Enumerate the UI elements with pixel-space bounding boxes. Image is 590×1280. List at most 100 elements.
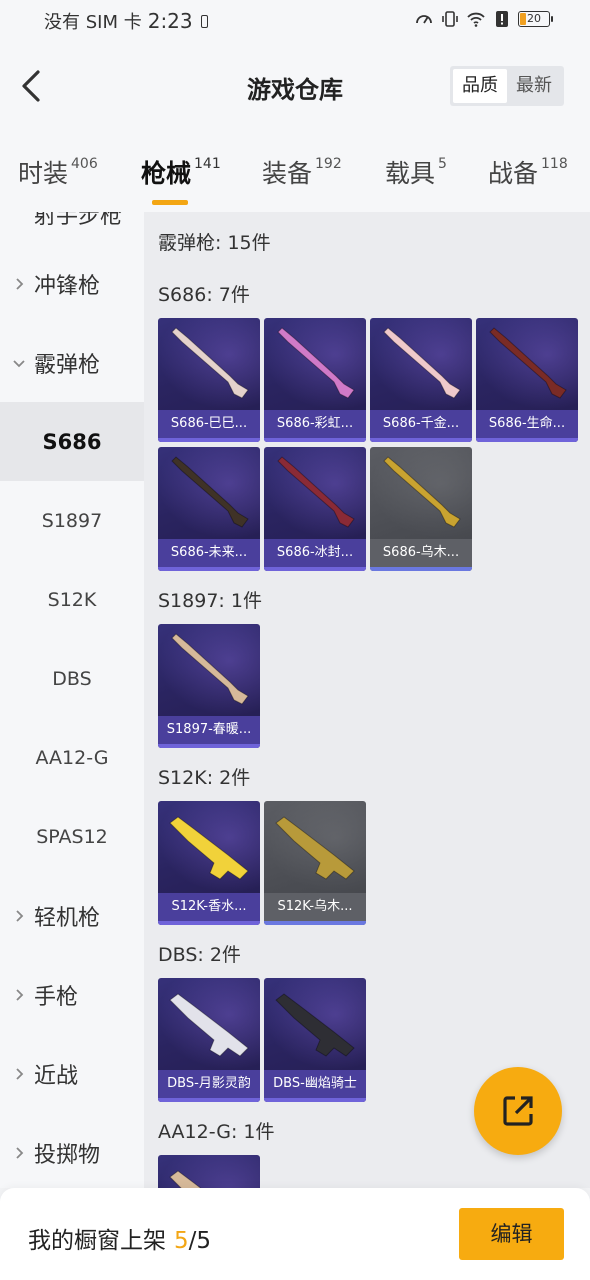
chevron-right-icon bbox=[16, 1146, 24, 1159]
sidebar-item-smg[interactable]: 冲锋枪 bbox=[0, 244, 144, 323]
rarity-bar bbox=[476, 438, 578, 442]
external-link-icon bbox=[503, 1096, 533, 1126]
sidebar-item-partial[interactable]: 射手步枪 bbox=[34, 212, 122, 230]
rarity-bar bbox=[264, 921, 366, 925]
showcase-label: 我的橱窗上架 bbox=[28, 1228, 166, 1254]
weapon-card[interactable]: S686-未来... bbox=[158, 447, 260, 571]
battery-level: 20 bbox=[527, 12, 541, 25]
weapon-card[interactable]: S686-生命... bbox=[476, 318, 578, 442]
tab-label: 载具 bbox=[385, 159, 436, 188]
rarity-bar bbox=[264, 438, 366, 442]
sort-newest-button[interactable]: 最新 bbox=[507, 69, 561, 103]
sidebar-item-label: 冲锋枪 bbox=[34, 273, 101, 299]
tab-vehicles[interactable]: 载具 5 bbox=[385, 154, 447, 190]
sidebar-subitem-s1897[interactable]: S1897 bbox=[0, 481, 144, 560]
rarity-bar bbox=[158, 567, 260, 571]
weapon-name: S686-千金... bbox=[370, 410, 472, 438]
tab-equipment[interactable]: 装备 192 bbox=[262, 154, 342, 190]
weapon-image bbox=[171, 327, 249, 399]
weapon-card[interactable]: S12K-乌木... bbox=[264, 801, 366, 925]
sidebar-subitem-spas12[interactable]: SPAS12 bbox=[0, 797, 144, 876]
status-bar: 没有 SIM 卡 2:23 20 bbox=[0, 0, 590, 40]
weapon-card[interactable]: S1897-春暖... bbox=[158, 624, 260, 748]
rarity-bar bbox=[158, 921, 260, 925]
section-title: S12K: 2件 bbox=[158, 767, 251, 789]
weapon-sidebar: 射手步枪 冲锋枪 霰弹枪 S686 S1897 S12K DBS AA12-G … bbox=[0, 212, 144, 1188]
weapon-card[interactable]: S686-彩虹... bbox=[264, 318, 366, 442]
weapon-card[interactable] bbox=[158, 1155, 260, 1188]
weapon-name: DBS-幽焰骑士 bbox=[264, 1070, 366, 1098]
back-arrow-icon[interactable] bbox=[18, 68, 46, 104]
sort-toggle: 品质 最新 bbox=[450, 66, 564, 106]
inventory-content: 霰弹枪: 15件 S686: 7件 S686-巳巳... S686-彩虹... S6… bbox=[144, 212, 590, 1188]
showcase-total: /5 bbox=[188, 1228, 212, 1254]
weapon-card[interactable]: DBS-月影灵韵 bbox=[158, 978, 260, 1102]
weapon-image bbox=[171, 456, 249, 528]
rarity-bar bbox=[264, 1098, 366, 1102]
tab-label: 枪械 bbox=[141, 159, 192, 188]
tab-count: 406 bbox=[71, 156, 98, 172]
tab-guns[interactable]: 枪械 141 bbox=[141, 154, 221, 190]
sidebar-subitem-aa12g[interactable]: AA12-G bbox=[0, 718, 144, 797]
weapon-image bbox=[275, 993, 355, 1057]
tab-supplies[interactable]: 战备 118 bbox=[488, 154, 568, 190]
sidebar-item-pistol[interactable]: 手枪 bbox=[0, 955, 144, 1034]
rarity-bar bbox=[370, 438, 472, 442]
sidebar-item-throwables[interactable]: 投掷物 bbox=[0, 1113, 144, 1188]
weapon-name: S12K-乌木... bbox=[264, 893, 366, 921]
rarity-bar bbox=[158, 438, 260, 442]
sidebar-item-label: 霰弹枪 bbox=[34, 352, 101, 378]
weapon-card[interactable]: S686-乌木... bbox=[370, 447, 472, 571]
weapon-image bbox=[275, 816, 355, 880]
sidebar-item-shotgun[interactable]: 霰弹枪 bbox=[0, 323, 144, 402]
tab-count: 141 bbox=[194, 156, 221, 172]
weapon-card[interactable]: S686-冰封... bbox=[264, 447, 366, 571]
sidebar-item-label: 手枪 bbox=[34, 984, 79, 1010]
sidebar-item-label: 近战 bbox=[34, 1063, 79, 1089]
chevron-right-icon bbox=[16, 277, 24, 290]
weapon-image bbox=[169, 816, 249, 880]
notification-icon bbox=[200, 14, 208, 28]
sidebar-subitem-s686[interactable]: S686 bbox=[0, 402, 144, 481]
section-title: AA12-G: 1件 bbox=[158, 1121, 275, 1143]
weapon-card[interactable]: S686-千金... bbox=[370, 318, 472, 442]
weapon-card[interactable]: DBS-幽焰骑士 bbox=[264, 978, 366, 1102]
share-button[interactable] bbox=[474, 1067, 562, 1155]
sidebar-subitem-s12k[interactable]: S12K bbox=[0, 560, 144, 639]
weapon-name: S12K-香水... bbox=[158, 893, 260, 921]
weapon-image bbox=[383, 456, 461, 528]
weapon-card[interactable]: S12K-香水... bbox=[158, 801, 260, 925]
clock: 2:23 bbox=[147, 9, 193, 33]
section-title: S1897: 1件 bbox=[158, 590, 262, 612]
sort-quality-button[interactable]: 品质 bbox=[453, 69, 507, 103]
sidebar-subitem-dbs[interactable]: DBS bbox=[0, 639, 144, 718]
bottom-bar: 我的橱窗上架 5/5 编辑 bbox=[0, 1188, 590, 1280]
tab-fashion[interactable]: 时装 406 bbox=[18, 154, 98, 190]
weapon-image bbox=[169, 1170, 202, 1188]
tab-count: 192 bbox=[315, 156, 342, 172]
chevron-right-icon bbox=[16, 988, 24, 1001]
weapon-card[interactable]: S686-巳巳... bbox=[158, 318, 260, 442]
speedometer-icon bbox=[416, 15, 432, 24]
rarity-bar bbox=[370, 567, 472, 571]
weapon-name: S686-乌木... bbox=[370, 539, 472, 567]
sidebar-item-label: 轻机枪 bbox=[34, 905, 101, 931]
tab-label: 装备 bbox=[262, 159, 313, 188]
chevron-right-icon bbox=[16, 1067, 24, 1080]
chevron-right-icon bbox=[16, 909, 24, 922]
battery-icon: 20 bbox=[518, 11, 553, 27]
sidebar-item-lmg[interactable]: 轻机枪 bbox=[0, 876, 144, 955]
sidebar-item-melee[interactable]: 近战 bbox=[0, 1034, 144, 1113]
edit-button[interactable]: 编辑 bbox=[459, 1208, 564, 1260]
rarity-bar bbox=[264, 567, 366, 571]
wifi-icon bbox=[467, 12, 485, 27]
status-right: 20 bbox=[414, 9, 553, 29]
showcase-count: 5 bbox=[174, 1228, 189, 1254]
weapon-image bbox=[383, 327, 461, 399]
weapon-image bbox=[169, 993, 249, 1057]
tab-count: 118 bbox=[541, 156, 568, 172]
weapon-name: S1897-春暖... bbox=[158, 716, 260, 744]
weapon-name: S686-巳巳... bbox=[158, 410, 260, 438]
carrier-text: 没有 SIM 卡 bbox=[44, 12, 142, 33]
weapon-name: DBS-月影灵韵 bbox=[158, 1070, 260, 1098]
